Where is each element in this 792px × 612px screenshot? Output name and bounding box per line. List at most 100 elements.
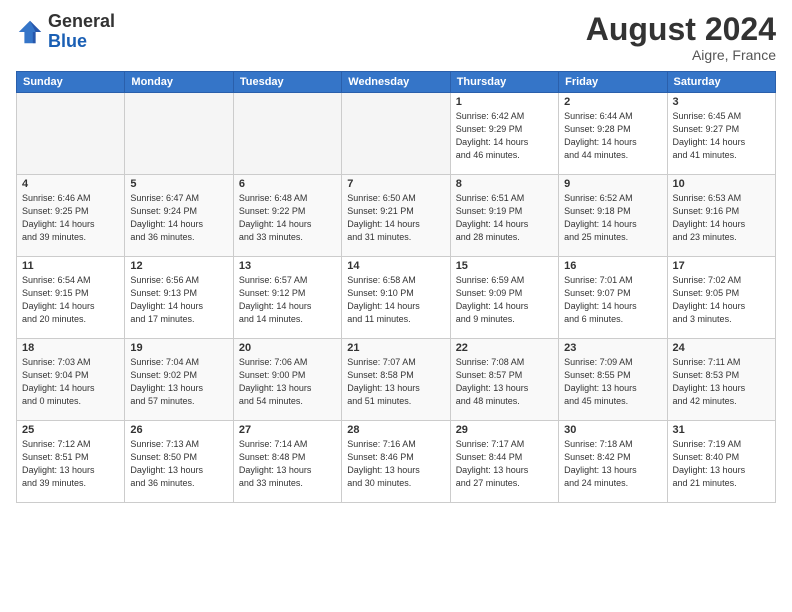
col-thursday: Thursday <box>450 72 558 93</box>
calendar-cell <box>125 93 233 175</box>
day-number: 24 <box>673 342 770 354</box>
day-number: 5 <box>130 178 227 190</box>
day-info: Sunrise: 7:09 AM Sunset: 8:55 PM Dayligh… <box>564 356 661 408</box>
day-number: 9 <box>564 178 661 190</box>
day-info: Sunrise: 7:13 AM Sunset: 8:50 PM Dayligh… <box>130 438 227 490</box>
calendar-cell: 7 Sunrise: 6:50 AM Sunset: 9:21 PM Daylig… <box>342 175 450 257</box>
calendar-cell: 20 Sunrise: 7:06 AM Sunset: 9:00 PM Dayli… <box>233 339 341 421</box>
logo: General Blue <box>16 12 115 52</box>
day-info: Sunrise: 6:47 AM Sunset: 9:24 PM Dayligh… <box>130 192 227 244</box>
calendar-cell: 22Sunrise: 7:08 AM Sunset: 8:57 PM Dayli… <box>450 339 558 421</box>
header: General Blue August 2024 Aigre, France <box>16 12 776 63</box>
col-tuesday: Tuesday <box>233 72 341 93</box>
day-info: Sunrise: 7:16 AM Sunset: 8:46 PM Dayligh… <box>347 438 444 490</box>
calendar-week-3: 11Sunrise: 6:54 AM Sunset: 9:15 PM Dayli… <box>17 257 776 339</box>
day-number: 15 <box>456 260 553 272</box>
calendar-cell: 5 Sunrise: 6:47 AM Sunset: 9:24 PM Daylig… <box>125 175 233 257</box>
day-number: 3 <box>673 96 770 108</box>
day-number: 20 <box>239 342 336 354</box>
day-info: Sunrise: 6:46 AM Sunset: 9:25 PM Dayligh… <box>22 192 119 244</box>
day-info: Sunrise: 6:51 AM Sunset: 9:19 PM Dayligh… <box>456 192 553 244</box>
calendar-cell: 27 Sunrise: 7:14 AM Sunset: 8:48 PM Dayli… <box>233 421 341 503</box>
day-number: 7 <box>347 178 444 190</box>
day-number: 19 <box>130 342 227 354</box>
day-number: 22 <box>456 342 553 354</box>
calendar-cell: 26Sunrise: 7:13 AM Sunset: 8:50 PM Dayli… <box>125 421 233 503</box>
day-info: Sunrise: 7:03 AM Sunset: 9:04 PM Dayligh… <box>22 356 119 408</box>
day-info: Sunrise: 7:19 AM Sunset: 8:40 PM Dayligh… <box>673 438 770 490</box>
day-number: 31 <box>673 424 770 436</box>
calendar-cell: 13 Sunrise: 6:57 AM Sunset: 9:12 PM Dayli… <box>233 257 341 339</box>
day-number: 23 <box>564 342 661 354</box>
day-number: 10 <box>673 178 770 190</box>
day-info: Sunrise: 7:18 AM Sunset: 8:42 PM Dayligh… <box>564 438 661 490</box>
calendar-cell <box>17 93 125 175</box>
day-info: Sunrise: 6:44 AM Sunset: 9:28 PM Dayligh… <box>564 110 661 162</box>
day-info: Sunrise: 6:45 AM Sunset: 9:27 PM Dayligh… <box>673 110 770 162</box>
logo-icon <box>16 18 44 46</box>
location: Aigre, France <box>586 47 776 63</box>
day-number: 13 <box>239 260 336 272</box>
day-info: Sunrise: 7:12 AM Sunset: 8:51 PM Dayligh… <box>22 438 119 490</box>
day-info: Sunrise: 6:48 AM Sunset: 9:22 PM Dayligh… <box>239 192 336 244</box>
day-number: 14 <box>347 260 444 272</box>
calendar-cell: 1Sunrise: 6:42 AM Sunset: 9:29 PM Daylig… <box>450 93 558 175</box>
calendar-week-5: 25 Sunrise: 7:12 AM Sunset: 8:51 PM Dayli… <box>17 421 776 503</box>
day-info: Sunrise: 7:01 AM Sunset: 9:07 PM Dayligh… <box>564 274 661 326</box>
day-info: Sunrise: 6:59 AM Sunset: 9:09 PM Dayligh… <box>456 274 553 326</box>
calendar-cell: 14 Sunrise: 6:58 AM Sunset: 9:10 PM Dayli… <box>342 257 450 339</box>
calendar-cell: 24 Sunrise: 7:11 AM Sunset: 8:53 PM Dayli… <box>667 339 775 421</box>
day-info: Sunrise: 6:50 AM Sunset: 9:21 PM Dayligh… <box>347 192 444 244</box>
month-title: August 2024 <box>586 12 776 47</box>
day-info: Sunrise: 7:07 AM Sunset: 8:58 PM Dayligh… <box>347 356 444 408</box>
day-info: Sunrise: 7:06 AM Sunset: 9:00 PM Dayligh… <box>239 356 336 408</box>
day-number: 12 <box>130 260 227 272</box>
col-wednesday: Wednesday <box>342 72 450 93</box>
calendar-cell: 2Sunrise: 6:44 AM Sunset: 9:28 PM Daylig… <box>559 93 667 175</box>
day-info: Sunrise: 7:14 AM Sunset: 8:48 PM Dayligh… <box>239 438 336 490</box>
col-friday: Friday <box>559 72 667 93</box>
calendar-week-1: 1Sunrise: 6:42 AM Sunset: 9:29 PM Daylig… <box>17 93 776 175</box>
calendar-cell: 4 Sunrise: 6:46 AM Sunset: 9:25 PM Daylig… <box>17 175 125 257</box>
col-sunday: Sunday <box>17 72 125 93</box>
calendar-cell: 12 Sunrise: 6:56 AM Sunset: 9:13 PM Dayli… <box>125 257 233 339</box>
calendar-cell: 8 Sunrise: 6:51 AM Sunset: 9:19 PM Daylig… <box>450 175 558 257</box>
day-info: Sunrise: 6:57 AM Sunset: 9:12 PM Dayligh… <box>239 274 336 326</box>
calendar-cell: 18 Sunrise: 7:03 AM Sunset: 9:04 PM Dayli… <box>17 339 125 421</box>
day-info: Sunrise: 6:42 AM Sunset: 9:29 PM Dayligh… <box>456 110 553 162</box>
calendar-cell: 23 Sunrise: 7:09 AM Sunset: 8:55 PM Dayli… <box>559 339 667 421</box>
day-number: 27 <box>239 424 336 436</box>
day-number: 17 <box>673 260 770 272</box>
day-info: Sunrise: 7:02 AM Sunset: 9:05 PM Dayligh… <box>673 274 770 326</box>
day-info: Sunrise: 7:11 AM Sunset: 8:53 PM Dayligh… <box>673 356 770 408</box>
day-number: 8 <box>456 178 553 190</box>
calendar-cell: 3 Sunrise: 6:45 AM Sunset: 9:27 PM Daylig… <box>667 93 775 175</box>
day-info: Sunrise: 6:53 AM Sunset: 9:16 PM Dayligh… <box>673 192 770 244</box>
day-number: 28 <box>347 424 444 436</box>
day-info: Sunrise: 6:58 AM Sunset: 9:10 PM Dayligh… <box>347 274 444 326</box>
day-info: Sunrise: 7:17 AM Sunset: 8:44 PM Dayligh… <box>456 438 553 490</box>
day-info: Sunrise: 6:56 AM Sunset: 9:13 PM Dayligh… <box>130 274 227 326</box>
calendar-cell: 9Sunrise: 6:52 AM Sunset: 9:18 PM Daylig… <box>559 175 667 257</box>
day-number: 4 <box>22 178 119 190</box>
calendar-cell: 10 Sunrise: 6:53 AM Sunset: 9:16 PM Dayli… <box>667 175 775 257</box>
calendar-cell: 15 Sunrise: 6:59 AM Sunset: 9:09 PM Dayli… <box>450 257 558 339</box>
calendar-cell: 31 Sunrise: 7:19 AM Sunset: 8:40 PM Dayli… <box>667 421 775 503</box>
day-number: 18 <box>22 342 119 354</box>
day-number: 25 <box>22 424 119 436</box>
calendar-week-2: 4 Sunrise: 6:46 AM Sunset: 9:25 PM Daylig… <box>17 175 776 257</box>
calendar-cell: 17 Sunrise: 7:02 AM Sunset: 9:05 PM Dayli… <box>667 257 775 339</box>
calendar-cell: 21Sunrise: 7:07 AM Sunset: 8:58 PM Dayli… <box>342 339 450 421</box>
day-number: 6 <box>239 178 336 190</box>
calendar-week-4: 18 Sunrise: 7:03 AM Sunset: 9:04 PM Dayli… <box>17 339 776 421</box>
calendar-cell: 25 Sunrise: 7:12 AM Sunset: 8:51 PM Dayli… <box>17 421 125 503</box>
page: General Blue August 2024 Aigre, France S… <box>0 0 792 612</box>
calendar-table: Sunday Monday Tuesday Wednesday Thursday… <box>16 71 776 503</box>
calendar-cell: 6 Sunrise: 6:48 AM Sunset: 9:22 PM Daylig… <box>233 175 341 257</box>
title-block: August 2024 Aigre, France <box>586 12 776 63</box>
day-number: 11 <box>22 260 119 272</box>
day-number: 29 <box>456 424 553 436</box>
day-number: 16 <box>564 260 661 272</box>
header-row: Sunday Monday Tuesday Wednesday Thursday… <box>17 72 776 93</box>
calendar-cell: 19Sunrise: 7:04 AM Sunset: 9:02 PM Dayli… <box>125 339 233 421</box>
